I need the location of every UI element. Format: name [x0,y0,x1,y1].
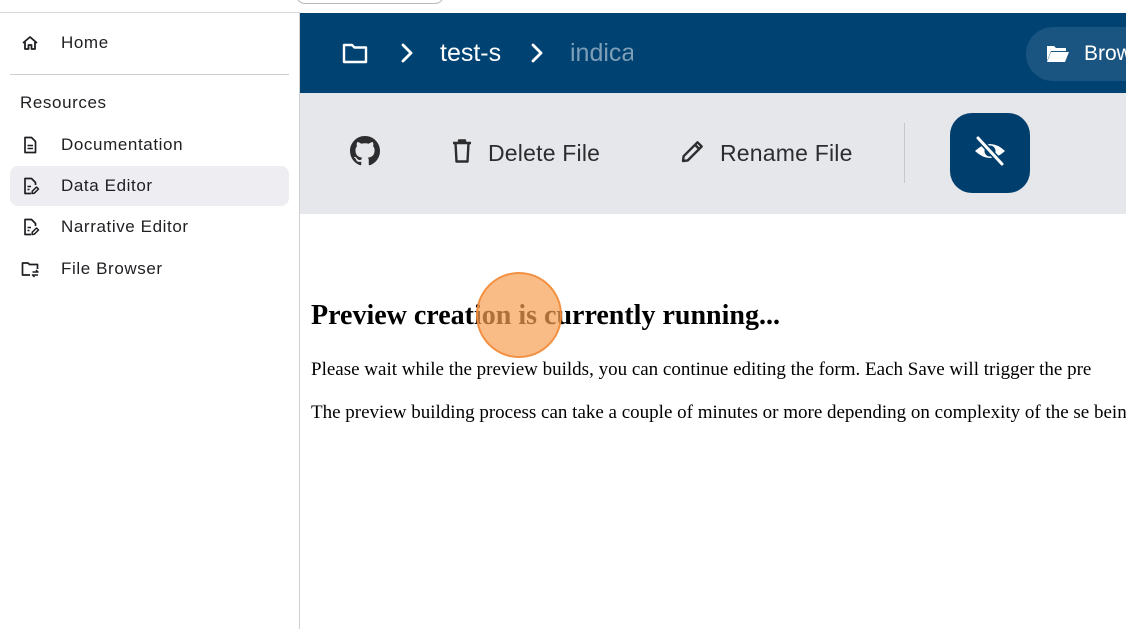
eye-off-icon [973,134,1007,171]
document-icon [20,135,40,155]
top-search-pill[interactable] [296,0,444,4]
sidebar-item-file-browser[interactable]: File Browser [10,249,289,289]
folder-sync-icon [20,259,40,279]
preview-area: Preview creation is currently running...… [311,214,1126,629]
preview-status-message: Please wait while the preview builds, yo… [311,359,1092,380]
click-indicator [476,272,562,358]
sidebar-item-label: Home [61,33,109,52]
sidebar-item-documentation[interactable]: Documentation [10,125,289,165]
home-icon [20,33,40,53]
sidebar: Home Resources Documentation Data Editor… [0,13,300,629]
github-icon [350,136,380,171]
chevron-right-icon [530,13,544,93]
app-header: test-s indica Brow [300,13,1126,93]
pencil-icon [680,138,706,169]
delete-file-button[interactable]: Delete File [450,93,600,214]
sidebar-item-home[interactable]: Home [10,23,289,63]
github-button[interactable] [350,93,380,214]
sidebar-section-resources: Resources [20,93,107,112]
folder-icon[interactable] [342,13,368,93]
delete-file-label: Delete File [488,140,601,166]
trash-icon [450,138,474,169]
sidebar-item-data-editor[interactable]: Data Editor [10,166,289,206]
browse-button[interactable]: Brow [1026,27,1126,81]
rename-file-button[interactable]: Rename File [680,93,853,214]
sidebar-divider [10,74,289,75]
sidebar-item-label: File Browser [61,259,163,278]
chevron-right-icon [400,13,414,93]
sidebar-item-label: Documentation [61,135,184,154]
file-toolbar: Delete File Rename File [300,93,1126,214]
breadcrumb-current: indica [570,39,633,67]
breadcrumb-item[interactable]: test-s [440,13,503,93]
sidebar-item-label: Data Editor [61,176,153,195]
folder-open-icon [1046,42,1070,69]
toggle-preview-button[interactable] [950,113,1030,193]
edit-document-icon [20,217,40,237]
sidebar-item-label: Narrative Editor [61,217,189,236]
sidebar-item-narrative-editor[interactable]: Narrative Editor [10,207,289,247]
browse-button-label: Brow [1084,42,1126,65]
toolbar-separator [904,123,905,183]
rename-file-label: Rename File [720,140,853,166]
preview-status-note: The preview building process can take a … [311,402,1126,423]
edit-document-icon [20,176,40,196]
